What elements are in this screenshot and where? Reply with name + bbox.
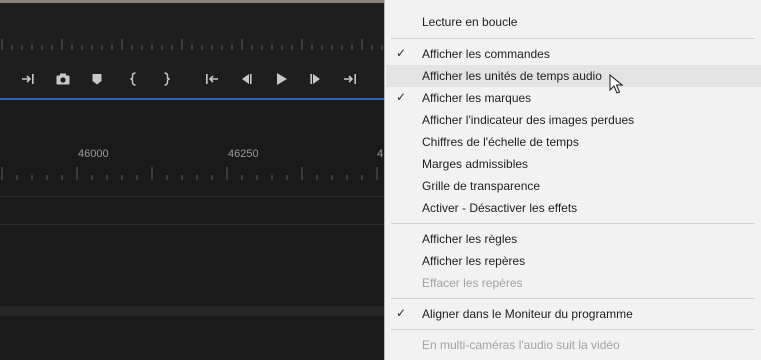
track-divider (0, 196, 384, 197)
menu-item-safe-margins[interactable]: Marges admissibles (386, 153, 761, 175)
go-to-in-icon[interactable] (203, 70, 221, 88)
transport-toolbar (0, 62, 384, 96)
track-band (0, 306, 384, 316)
menu-item-show-audio-time-units[interactable]: Afficher les unités de temps audio (386, 65, 761, 87)
mark-in-icon[interactable] (125, 70, 143, 88)
menu-separator (391, 298, 755, 299)
menu-item-time-ruler-numbers[interactable]: Chiffres de l'échelle de temps (386, 131, 761, 153)
menu-item-multicam-audio-follows-video: En multi-caméras l'audio suit la vidéo (422, 338, 620, 352)
menu-item-show-controls[interactable]: ✓ Afficher les commandes (386, 43, 761, 65)
track-divider (0, 224, 384, 225)
menu-separator (391, 38, 755, 39)
checkmark-icon: ✓ (396, 46, 407, 60)
play-icon[interactable] (272, 70, 290, 88)
video-preview-strip (0, 0, 384, 3)
step-back-icon[interactable] (237, 70, 255, 88)
menu-item-transparency-grid[interactable]: Grille de transparence (386, 175, 761, 197)
timeline-area[interactable]: 46000 46250 4 (0, 100, 384, 360)
checkmark-icon: ✓ (396, 90, 407, 104)
go-to-out-icon[interactable] (341, 70, 359, 88)
menu-separator (391, 223, 755, 224)
menu-item-clear-guides: Effacer les repères (422, 276, 523, 290)
timecode-label: 4 (377, 148, 384, 160)
menu-item-snap-in-program-monitor[interactable]: ✓ Aligner dans le Moniteur du programme (386, 303, 761, 325)
marker-icon[interactable] (88, 70, 106, 88)
timecode-label: 46000 (78, 148, 109, 160)
menu-item-toggle-effects[interactable]: Activer - Désactiver les effets (386, 197, 761, 219)
checkmark-icon: ✓ (396, 306, 407, 320)
insert-arrow-icon[interactable] (19, 70, 37, 88)
context-menu: Lecture en boucle ✓ Afficher les command… (384, 0, 761, 360)
mouse-cursor-icon (609, 74, 623, 94)
camera-icon[interactable] (54, 70, 72, 88)
menu-separator (391, 329, 755, 330)
monitor-time-ruler[interactable] (0, 38, 384, 50)
menu-item-show-dropped-frame-indicator[interactable]: Afficher l'indicateur des images perdues (386, 109, 761, 131)
step-forward-icon[interactable] (307, 70, 325, 88)
program-monitor-panel: 46000 46250 4 (0, 0, 384, 360)
menu-item-show-rulers[interactable]: Afficher les règles (386, 228, 761, 250)
mark-out-icon[interactable] (157, 70, 175, 88)
timecode-label: 46250 (228, 148, 259, 160)
menu-item-loop-playback[interactable]: Lecture en boucle (386, 11, 761, 33)
menu-item-show-guides[interactable]: Afficher les repères (386, 250, 761, 272)
timeline-ruler[interactable] (0, 166, 384, 180)
menu-item-show-markers[interactable]: ✓ Afficher les marques (386, 87, 761, 109)
